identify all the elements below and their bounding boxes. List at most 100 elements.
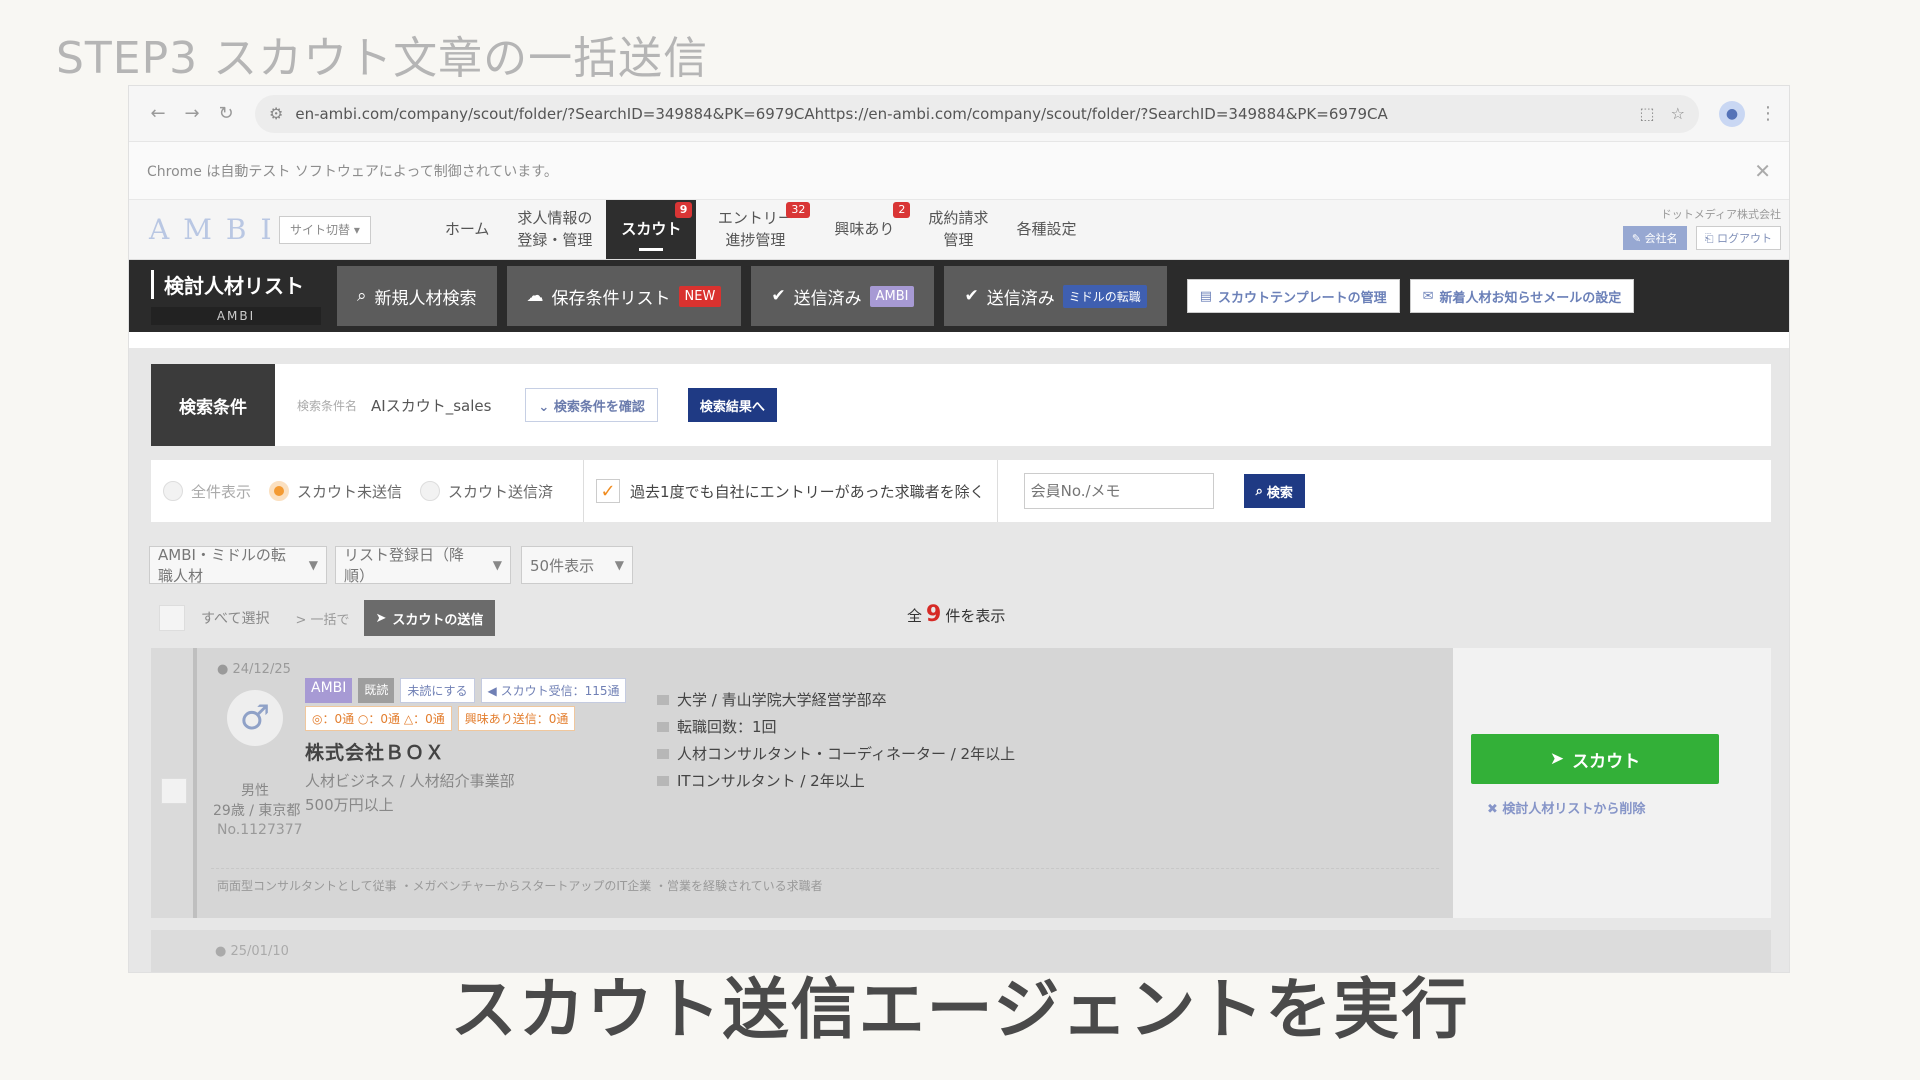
nav-jobs[interactable]: 求人情報の 登録・管理 — [503, 200, 606, 259]
candidate-age-location: 29歳 / 東京都 — [213, 803, 301, 819]
sort-select-value: リスト登録日（降順） — [344, 546, 465, 585]
nav-settings-label: 各種設定 — [1016, 219, 1077, 238]
select-all-checkbox[interactable] — [159, 605, 185, 631]
forward-icon[interactable]: → — [175, 103, 209, 124]
count-suffix: 件を表示 — [945, 607, 1006, 625]
bulk-scout-send-button[interactable]: ➤ スカウトの送信 — [363, 600, 496, 636]
company-button[interactable]: ✎ 会社名 — [1622, 226, 1687, 250]
bookmark-star-icon[interactable]: ☆ — [1671, 104, 1685, 123]
condition-name: AIスカウト_sales — [371, 396, 492, 415]
tab-new-search[interactable]: ⌕ 新規人材検索 — [337, 266, 497, 326]
nav-scout-badge: 9 — [674, 202, 693, 218]
per-page-select-value: 50件表示 — [530, 556, 595, 575]
cloud-icon: ☁ — [526, 286, 544, 306]
candidate-gender: 男性 — [241, 783, 269, 799]
candidate-member-no: No.1127377 — [217, 822, 303, 838]
detail-experience-2: ITコンサルタント / 2年以上 — [657, 767, 1015, 794]
close-icon[interactable]: ✕ — [1754, 159, 1771, 183]
briefcase-icon — [657, 775, 669, 786]
caption: スカウト送信エージェントを実行 — [450, 971, 1470, 1048]
nav-scout-label: スカウト — [621, 219, 682, 238]
ambi-logo[interactable]: AMBI — [129, 200, 279, 259]
to-results-button[interactable]: 検索結果へ — [687, 388, 777, 422]
radio-dot-selected — [269, 481, 290, 501]
select-all-label: すべて選択 — [201, 611, 270, 627]
result-count: 全 9 件を表示 — [907, 602, 1005, 627]
bulk-scout-send-label: スカウトの送信 — [392, 612, 484, 628]
radio-sent-label: スカウト送信済 — [448, 482, 554, 501]
divider — [996, 460, 998, 522]
candidate-details: 大学 / 青山学院大学経営学部卒 転職回数：1回 人材コンサルタント・コーディネ… — [657, 686, 1015, 794]
url-text[interactable]: en-ambi.com/company/scout/folder/?Search… — [295, 105, 1623, 123]
confirm-condition-button[interactable]: ⌄ 検索条件を確認 — [525, 388, 658, 422]
menu-icon[interactable]: ⋮ — [1759, 103, 1777, 124]
sort-select[interactable]: リスト登録日（降順） ▼ — [335, 546, 511, 585]
ambi-badge: AMBI — [869, 285, 915, 307]
tab-sent-middle[interactable]: ✔ 送信済み ミドルの転職 — [944, 266, 1167, 326]
scout-tab-bar: 検討人材リスト AMBI ⌕ 新規人材検索 ☁ 保存条件リスト NEW ✔ 送信… — [129, 260, 1789, 332]
candidate-info[interactable]: ● 24/12/25 ♂ 男性 29歳 / 東京都 No.1127377 AMB… — [193, 648, 1453, 918]
detail-job-changes-text: 転職回数：1回 — [677, 718, 777, 736]
source-select-value: AMBI・ミドルの転職人材 — [158, 546, 286, 585]
tab-saved-conditions[interactable]: ☁ 保存条件リスト NEW — [506, 266, 742, 326]
radio-show-all[interactable]: 全件表示 — [163, 481, 251, 502]
back-icon[interactable]: ← — [141, 103, 175, 124]
header-account: ドットメディア株式会社 ✎ 会社名 ⎗ ログアウト — [1619, 206, 1781, 250]
nav-home[interactable]: ホーム — [431, 200, 504, 259]
nav-entry[interactable]: エントリー 進捗管理 32 — [696, 200, 814, 259]
candidate-stats: ◎：0通 ○：0通 △：0通 興味あり送信：0通 — [305, 706, 576, 731]
candidate-company: 株式会社ＢＯＸ — [305, 742, 446, 764]
count-number: 9 — [926, 602, 942, 627]
middle-badge: ミドルの転職 — [1062, 284, 1147, 308]
check-icon: ✔ — [964, 286, 979, 306]
per-page-select[interactable]: 50件表示 ▼ — [521, 546, 633, 584]
chevron-down-icon: ▼ — [492, 558, 502, 572]
nav-billing[interactable]: 成約請求 管理 — [914, 200, 1002, 259]
logout-button[interactable]: ⎗ ログアウト — [1695, 226, 1781, 250]
radio-unsent[interactable]: スカウト未送信 — [269, 481, 402, 502]
company-name: ドットメディア株式会社 — [1660, 208, 1781, 221]
url-field[interactable]: ⚙ en-ambi.com/company/scout/folder/?Sear… — [255, 94, 1699, 133]
nav-interest-label: 興味あり — [834, 219, 895, 238]
candidate-salary: 500万円以上 — [305, 796, 394, 814]
candidate-note: 両面型コンサルタントとして従事 ・メガベンチャーからスタートアップのIT企業 ・… — [211, 868, 1439, 902]
step-title: STEP3 スカウト文章の一括送信 — [56, 33, 709, 84]
site-info-icon[interactable]: ⚙ — [269, 104, 283, 123]
template-manage-button[interactable]: ▤ スカウトテンプレートの管理 — [1186, 279, 1400, 313]
detail-job-changes: 転職回数：1回 — [657, 713, 1015, 740]
install-icon[interactable]: ⬚ — [1640, 104, 1655, 123]
person-icon: ♂ — [227, 690, 283, 746]
tab-sent-ambi[interactable]: ✔ 送信済み AMBI — [751, 266, 935, 326]
source-select[interactable]: AMBI・ミドルの転職人材 ▼ — [149, 546, 327, 585]
mark-unread-button[interactable]: 未読にする — [400, 678, 475, 703]
exclude-entry-label: 過去1度でも自社にエントリーがあった求職者を除く — [630, 482, 985, 501]
site-switch-dropdown[interactable]: サイト切替 ▾ — [279, 215, 371, 244]
candidate-checkbox[interactable] — [161, 778, 187, 804]
reload-icon[interactable]: ↻ — [209, 103, 243, 124]
search-button[interactable]: ⌕ 検索 — [1243, 474, 1305, 508]
radio-sent[interactable]: スカウト送信済 — [420, 481, 553, 502]
new-talent-mail-button[interactable]: ✉ 新着人材お知らせメールの設定 — [1409, 279, 1635, 313]
ambi-badge: AMBI — [305, 678, 353, 703]
profile-icon[interactable]: ● — [1719, 100, 1745, 127]
remove-from-list-link[interactable]: ✖ 検討人材リストから削除 — [1487, 798, 1645, 817]
nav-scout[interactable]: スカウト 9 — [606, 200, 697, 259]
list-title-block[interactable]: 検討人材リスト AMBI — [135, 260, 337, 332]
scout-button[interactable]: ➤ スカウト — [1471, 734, 1719, 784]
nav-entry-badge: 32 — [786, 202, 811, 218]
exclude-entry-checkbox[interactable]: ✓ — [596, 479, 621, 503]
interest-stat: 興味あり送信：0通 — [457, 706, 576, 731]
search-condition-label: 検索条件 — [151, 364, 275, 446]
registered-date: ● 24/12/25 — [217, 662, 291, 677]
detail-experience-1: 人材コンサルタント・コーディネーター / 2年以上 — [657, 740, 1015, 767]
member-memo-input[interactable] — [1023, 473, 1214, 509]
condition-name-label: 検索条件名 — [297, 398, 358, 413]
nav-jobs-label: 求人情報の 登録・管理 — [517, 208, 593, 249]
candidate-card: ● 24/12/25 ♂ 男性 29歳 / 東京都 No.1127377 AMB… — [151, 648, 1771, 918]
briefcase-icon — [657, 748, 669, 759]
nav-settings[interactable]: 各種設定 — [1002, 200, 1090, 259]
radio-dot — [163, 481, 183, 501]
nav-interest[interactable]: 興味あり 2 — [814, 200, 914, 259]
bulk-label: > 一括で — [295, 612, 350, 628]
tab-sent-middle-label: 送信済み — [986, 288, 1055, 309]
